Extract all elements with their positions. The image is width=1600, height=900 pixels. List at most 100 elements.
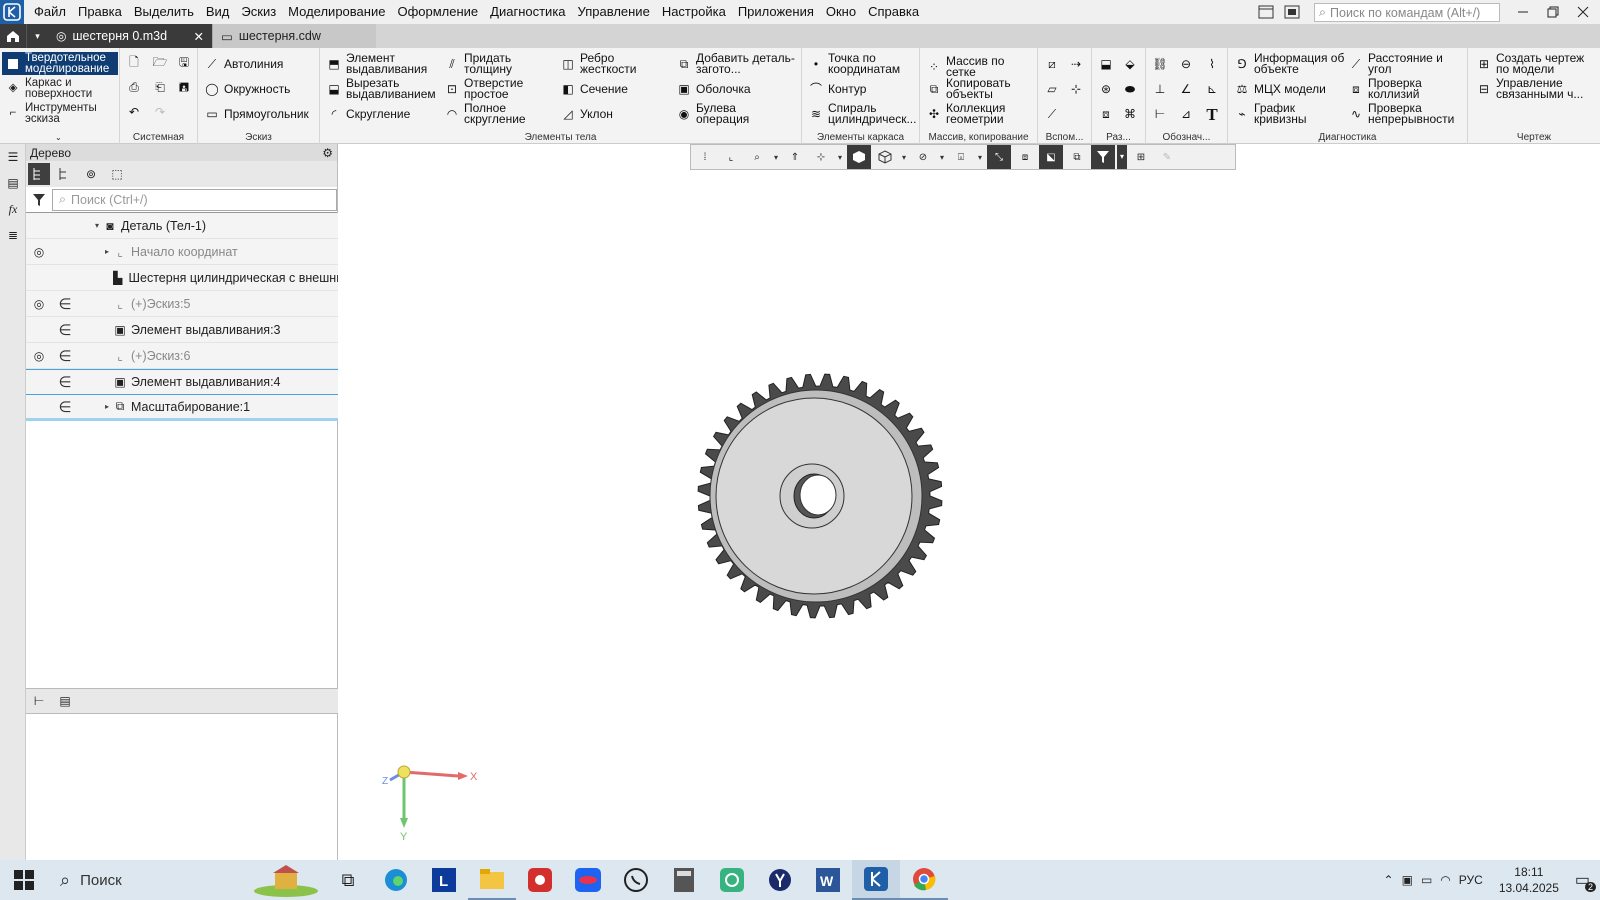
shaded-view-icon[interactable] xyxy=(847,145,871,169)
mass-props-button[interactable]: ⚖ МЦХ модели xyxy=(1234,81,1326,97)
edge-app[interactable] xyxy=(372,860,420,900)
draft-button[interactable]: ◿ Уклон xyxy=(560,106,613,122)
tree-search-input[interactable]: ⌕ Поиск (Ctrl+/) xyxy=(52,188,337,211)
gear-icon[interactable]: ⚙ xyxy=(322,146,333,160)
recorder-app[interactable] xyxy=(516,860,564,900)
aux-line-button[interactable]: ⟋ xyxy=(1044,106,1060,122)
select-filter-icon[interactable]: ⬚ xyxy=(106,163,128,185)
perspective-icon[interactable]: ⬕ xyxy=(1039,145,1063,169)
tab-gear-drawing[interactable]: ▭ шестерня.cdw xyxy=(212,24,376,48)
whatsapp-app[interactable] xyxy=(612,860,660,900)
tree-row-extrude-4[interactable]: ∈ ▣ Элемент выдавливания:4 xyxy=(26,369,338,395)
note-leader-button[interactable]: ⊾ xyxy=(1204,81,1220,97)
menu-file[interactable]: Файл xyxy=(28,0,72,24)
chevron-down-icon[interactable]: ▾ xyxy=(975,153,985,162)
note-angle-button[interactable]: ∠ xyxy=(1178,81,1194,97)
pencil-icon[interactable]: ✎ xyxy=(1155,145,1179,169)
menu-apps[interactable]: Приложения xyxy=(732,0,820,24)
undo-button[interactable]: ↶ xyxy=(126,104,142,120)
new-file-button[interactable]: 🗋 xyxy=(126,54,142,70)
redo-button[interactable]: ↷ xyxy=(152,104,168,120)
chevron-down-icon[interactable]: ▾ xyxy=(1117,145,1127,169)
tree-row-scale[interactable]: ∈ ▸ ⧉ Масштабирование:1 xyxy=(26,395,338,421)
aux-axis-button[interactable]: ⇢ xyxy=(1068,56,1084,72)
note-mark-button[interactable]: ⊿ xyxy=(1178,106,1194,122)
word-app[interactable]: W xyxy=(804,860,852,900)
menu-help[interactable]: Справка xyxy=(862,0,925,24)
chrome-app[interactable] xyxy=(900,860,948,900)
tree-row-sketch-5[interactable]: ◎ ∈ ⌞ (+)Эскиз:5 xyxy=(26,291,338,317)
meet-now-icon[interactable]: ▣ xyxy=(1402,873,1413,887)
properties-panel-icon[interactable]: ▤ xyxy=(0,170,26,196)
cut-button[interactable]: ⧈ xyxy=(1098,106,1114,122)
tree-panel-icon[interactable]: ☰ xyxy=(0,144,26,170)
3d-viewport[interactable]: ⁞ ⌞ ⌕ ▾ ⇑ ⊹ ▾ ▾ ⊘ ▾ ⌻ ▾ ⤡ ⧈ ⬕ ⧉ ▾ ⊞ ✎ X Y Z xyxy=(338,144,1600,860)
linked-drawings-button[interactable]: ⊟ Управление связанными ч... xyxy=(1476,77,1592,100)
boolean-button[interactable]: ◉ Булева операция xyxy=(676,102,760,125)
command-search-input[interactable]: ⌕ Поиск по командам (Alt+/) xyxy=(1314,3,1500,22)
axes-orient-icon[interactable]: ⊹ xyxy=(809,145,833,169)
collision-check-button[interactable]: ⧈ Проверка коллизий xyxy=(1348,77,1448,100)
search-highlight-image[interactable] xyxy=(248,860,324,900)
links-icon[interactable]: ⊚ xyxy=(80,163,102,185)
rib-button[interactable]: ◫ Ребро жесткости xyxy=(560,52,644,75)
camera-icon[interactable]: ⌻ xyxy=(949,145,973,169)
chevron-down-icon[interactable]: ▾ xyxy=(835,153,845,162)
menu-diagnostics[interactable]: Диагностика xyxy=(484,0,571,24)
hide-icon[interactable]: ⊘ xyxy=(911,145,935,169)
measure-icon[interactable]: ⊞ xyxy=(1129,145,1153,169)
print-button[interactable]: ⎙ xyxy=(126,79,142,95)
language-indicator[interactable]: РУС xyxy=(1459,873,1483,887)
circle-button[interactable]: ◯ Окружность xyxy=(204,81,290,97)
object-info-button[interactable]: ⅁ Информация об объекте xyxy=(1234,52,1350,75)
menu-edit[interactable]: Правка xyxy=(72,0,128,24)
note-text-button[interactable]: T xyxy=(1204,106,1220,123)
kompas-app[interactable] xyxy=(852,860,900,900)
normal-view-icon[interactable]: ⌞ xyxy=(719,145,743,169)
simple-hole-button[interactable]: ⊡ Отверстие простое xyxy=(444,77,528,100)
build-tree-icon[interactable] xyxy=(28,163,50,185)
cut2-button[interactable]: ⌘ xyxy=(1122,106,1138,122)
tree-row-part[interactable]: ▾ ◙ Деталь (Тел-1) xyxy=(26,213,338,239)
note-link-button[interactable]: ⛓ xyxy=(1152,56,1168,72)
chevron-down-icon[interactable]: ▾ xyxy=(937,153,947,162)
add-blank-button[interactable]: ⧉ Добавить деталь-загото... xyxy=(676,53,800,75)
wifi-icon[interactable]: ◠ xyxy=(1440,873,1450,887)
save-button[interactable]: 🖫 xyxy=(176,54,192,70)
tab-gear-model[interactable]: ◎ шестерня 0.m3d ✕ xyxy=(48,24,212,48)
screen-mode-icon[interactable] xyxy=(1284,5,1300,19)
menu-settings[interactable]: Настройка xyxy=(656,0,732,24)
tree-row-gear-library[interactable]: ▙ Шестерня цилиндрическая с внешни xyxy=(26,265,338,291)
hidden-eye-icon[interactable]: ◎ xyxy=(26,349,52,363)
filter-icon[interactable] xyxy=(1091,145,1115,169)
orient-icon[interactable]: ⇑ xyxy=(783,145,807,169)
variables-panel-icon[interactable]: fx xyxy=(0,196,26,222)
chevron-up-icon[interactable]: ⌃ xyxy=(1384,873,1394,887)
note-rough-button[interactable]: ⌇ xyxy=(1204,56,1220,72)
l-app[interactable]: L xyxy=(420,860,468,900)
menu-manage[interactable]: Управление xyxy=(572,0,656,24)
split2-button[interactable]: ⬙ xyxy=(1122,56,1138,72)
calculator-app[interactable] xyxy=(660,860,708,900)
hidden-eye-icon[interactable]: ◎ xyxy=(26,245,52,259)
aux-plane-button[interactable]: ⧄ xyxy=(1044,56,1060,72)
restore-button[interactable] xyxy=(1538,0,1568,24)
expand-modes-icon[interactable]: ⌄ xyxy=(55,133,62,142)
clock[interactable]: 18:11 13.04.2025 xyxy=(1499,864,1559,896)
minimize-button[interactable] xyxy=(1508,0,1538,24)
collapse-icon[interactable]: ▾ xyxy=(92,221,102,230)
spiral-button[interactable]: ≋ Спираль цилиндрическ... xyxy=(808,102,922,125)
distance-angle-button[interactable]: ⟋ Расстояние и угол xyxy=(1348,52,1464,75)
curvature-graph-button[interactable]: ⌁ График кривизны xyxy=(1234,102,1324,125)
cut-extrude-button[interactable]: ⬓ Вырезать выдавливанием xyxy=(326,77,442,100)
geometry-collection-button[interactable]: ✣ Коллекция геометрии xyxy=(926,102,1026,125)
filter-icon[interactable] xyxy=(26,193,52,207)
section-view-icon[interactable]: ⤡ xyxy=(987,145,1011,169)
menu-window[interactable]: Окно xyxy=(820,0,862,24)
save-as-button[interactable]: 🖪 xyxy=(176,79,192,95)
mode-frame-surfaces[interactable]: ◈ Каркас и поверхности xyxy=(2,77,118,100)
aux-offset-button[interactable]: ▱ xyxy=(1044,81,1060,97)
full-fillet-button[interactable]: ◠ Полное скругление xyxy=(444,102,534,125)
ozon-app[interactable] xyxy=(564,860,612,900)
expand-icon[interactable]: ▸ xyxy=(102,247,112,256)
